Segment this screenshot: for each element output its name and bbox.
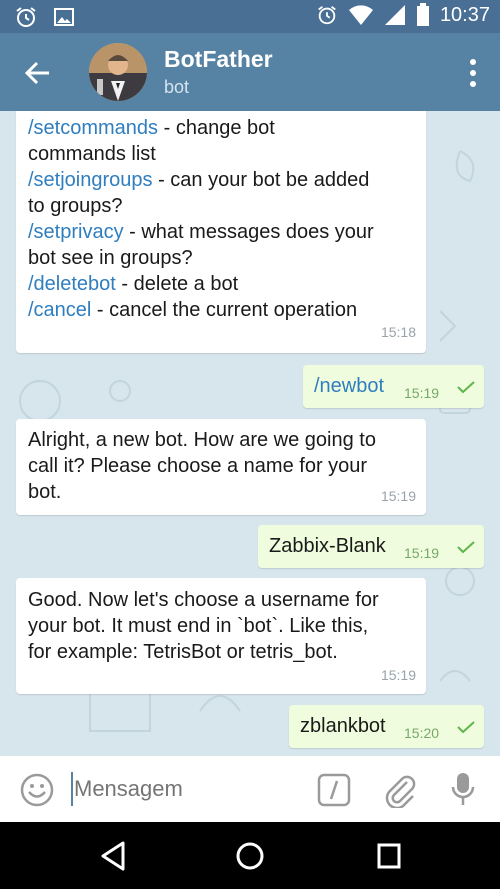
status-bar: 10:37 bbox=[0, 0, 500, 33]
command-link[interactable]: /setprivacy bbox=[28, 221, 124, 243]
message-bubble-outgoing[interactable]: Zabbix-Blank 15:19 bbox=[258, 525, 484, 568]
message-bubble-incoming[interactable]: Good. Now let's choose a username for yo… bbox=[16, 578, 426, 694]
message-text: Alright, a new bot. How are we going to bbox=[28, 429, 376, 451]
battery-icon bbox=[416, 3, 430, 27]
back-arrow-icon[interactable] bbox=[20, 55, 56, 91]
message-text: - can your bot be added bbox=[152, 169, 370, 191]
message-line: to groups? bbox=[28, 193, 414, 219]
message-line: /setcommands - change bot bbox=[28, 115, 414, 141]
message-line: /cancel - cancel the current operation bbox=[28, 297, 414, 323]
message-text: - change bot bbox=[158, 117, 275, 139]
message-text: - what messages does your bbox=[123, 221, 374, 243]
alarm-icon bbox=[316, 4, 338, 26]
message-text: Good. Now let's choose a username for bbox=[28, 589, 379, 611]
message-line: /setjoingroups - can your bot be added bbox=[28, 167, 414, 193]
message-time: 15:20 bbox=[404, 725, 440, 741]
bot-command-icon[interactable] bbox=[317, 773, 351, 812]
system-nav-bar bbox=[0, 822, 500, 889]
check-icon bbox=[457, 721, 475, 734]
chat-header: BotFather bot bbox=[0, 33, 500, 111]
attach-icon[interactable] bbox=[383, 772, 417, 813]
more-vert-icon[interactable] bbox=[468, 57, 478, 89]
message-time: 15:19 bbox=[380, 667, 416, 683]
signal-icon bbox=[384, 4, 406, 26]
emoji-icon[interactable] bbox=[20, 773, 54, 812]
message-bubble-outgoing[interactable]: /newbot 15:19 bbox=[303, 365, 484, 408]
wifi-icon bbox=[348, 4, 374, 26]
message-text: - delete a bot bbox=[115, 273, 239, 295]
message-bubble-outgoing[interactable]: zblankbot 15:20 bbox=[289, 705, 484, 748]
message-text: commands list bbox=[28, 143, 156, 165]
message-bubble-incoming[interactable]: Alright, a new bot. How are we going to … bbox=[16, 419, 426, 515]
nav-home-icon[interactable] bbox=[235, 840, 265, 877]
message-line: /deletebot - delete a bot bbox=[28, 271, 414, 297]
message-input[interactable] bbox=[74, 770, 294, 808]
message-text: /newbot bbox=[314, 375, 385, 397]
message-text: call it? Please choose a name for your bbox=[28, 455, 368, 477]
message-text: bot. bbox=[28, 481, 62, 503]
message-list[interactable]: /setcommands - change bot commands list … bbox=[0, 111, 500, 756]
message-composer bbox=[0, 756, 500, 822]
command-link[interactable]: /deletebot bbox=[28, 273, 116, 295]
message-text: zblankbot bbox=[300, 715, 386, 737]
message-text: bot see in groups? bbox=[28, 247, 193, 269]
message-text: for example: TetrisBot or tetris_bot. bbox=[28, 641, 338, 663]
alarm-icon bbox=[14, 5, 38, 29]
message-text: your bot. It must end in `bot`. Like thi… bbox=[28, 615, 369, 637]
chat-subtitle: bot bbox=[164, 77, 190, 97]
command-link[interactable]: /cancel bbox=[28, 299, 91, 321]
avatar[interactable] bbox=[89, 43, 147, 101]
message-bubble-incoming[interactable]: /setcommands - change bot commands list … bbox=[16, 111, 426, 353]
message-time: 15:19 bbox=[380, 488, 416, 504]
image-icon bbox=[52, 5, 76, 29]
check-icon bbox=[457, 381, 475, 394]
message-text: to groups? bbox=[28, 195, 123, 217]
chat-title[interactable]: BotFather bbox=[164, 46, 273, 73]
check-icon bbox=[457, 541, 475, 554]
mic-icon[interactable] bbox=[451, 771, 475, 812]
nav-back-icon[interactable] bbox=[99, 840, 127, 877]
message-time: 15:19 bbox=[404, 545, 440, 561]
message-time: 15:19 bbox=[404, 385, 440, 401]
nav-recents-icon[interactable] bbox=[376, 840, 402, 877]
text-cursor bbox=[71, 772, 73, 806]
status-time: 10:37 bbox=[439, 3, 490, 26]
message-text: - cancel the current operation bbox=[91, 299, 358, 321]
command-link[interactable]: /setcommands bbox=[28, 117, 158, 139]
message-text: Zabbix-Blank bbox=[269, 535, 386, 557]
message-line: commands list bbox=[28, 141, 414, 167]
message-line: bot see in groups? bbox=[28, 245, 414, 271]
message-line: /setprivacy - what messages does your bbox=[28, 219, 414, 245]
command-link[interactable]: /setjoingroups bbox=[28, 169, 153, 191]
message-time: 15:18 bbox=[380, 324, 416, 340]
